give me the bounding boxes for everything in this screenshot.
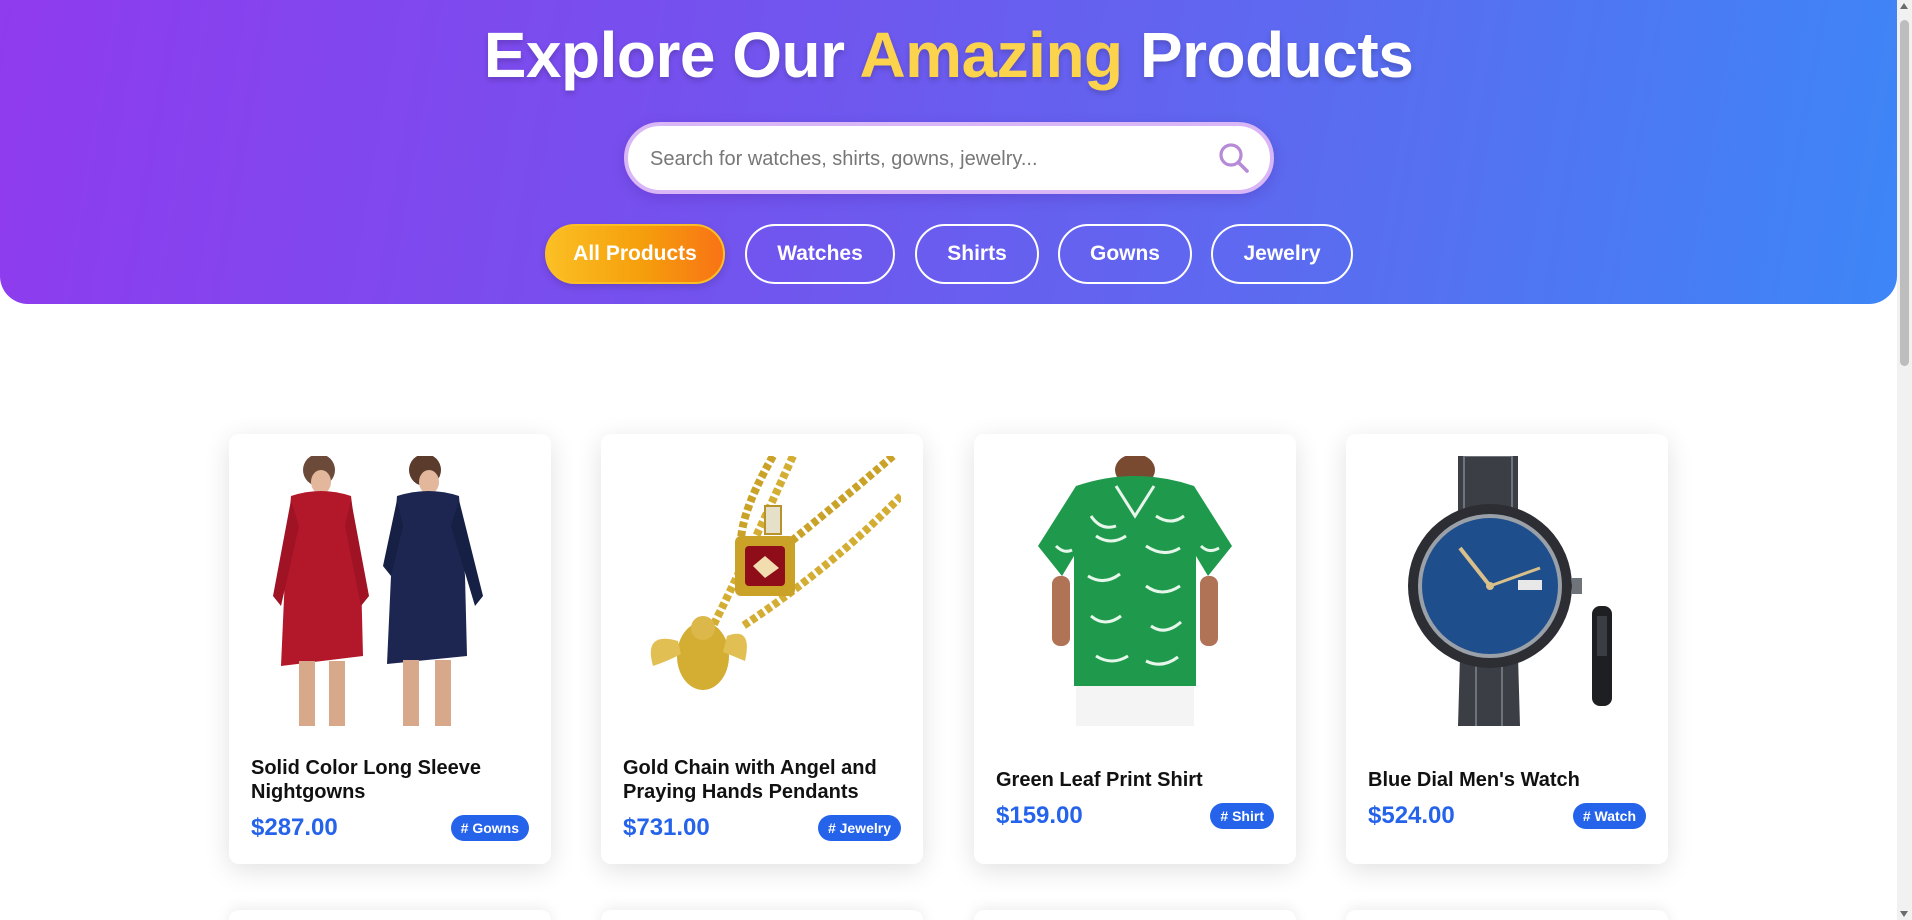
product-card[interactable]: Blue Dial Men's Watch $524.00 # Watch bbox=[1346, 434, 1668, 864]
page-title: Explore Our Amazing Products bbox=[0, 18, 1897, 92]
title-before: Explore Our bbox=[483, 19, 845, 91]
product-price: $731.00 bbox=[623, 814, 710, 841]
leaf-shirt-image bbox=[996, 456, 1274, 726]
product-price: $159.00 bbox=[996, 802, 1083, 829]
scroll-down-icon[interactable] bbox=[1900, 911, 1908, 917]
page: Explore Our Amazing Products All Product… bbox=[0, 0, 1897, 920]
filter-all-products[interactable]: All Products bbox=[545, 224, 725, 284]
watch-image bbox=[1368, 456, 1646, 726]
title-after: Products bbox=[1139, 19, 1414, 91]
product-name: Blue Dial Men's Watch bbox=[1368, 769, 1580, 791]
category-badge: # Gowns bbox=[450, 815, 529, 841]
category-filters: All Products Watches Shirts Gowns Jewelr… bbox=[0, 224, 1897, 284]
product-name: Green Leaf Print Shirt bbox=[996, 769, 1203, 791]
product-card-partial bbox=[229, 910, 551, 920]
product-price: $524.00 bbox=[1368, 802, 1455, 829]
category-badge: # Watch bbox=[1572, 803, 1646, 829]
filter-jewelry[interactable]: Jewelry bbox=[1211, 224, 1353, 284]
category-badge: # Jewelry bbox=[817, 815, 901, 841]
filter-watches[interactable]: Watches bbox=[745, 224, 895, 284]
search-bar bbox=[624, 122, 1274, 194]
category-badge: # Shirt bbox=[1210, 803, 1274, 829]
product-name: Solid Color Long Sleeve Nightgowns bbox=[251, 757, 482, 803]
product-price: $287.00 bbox=[251, 814, 338, 841]
product-name: Gold Chain with Angel and Praying Hands … bbox=[623, 757, 877, 803]
product-card-partial bbox=[601, 910, 923, 920]
vertical-scrollbar[interactable] bbox=[1897, 0, 1912, 920]
product-card[interactable]: Solid Color Long Sleeve Nightgowns $287.… bbox=[229, 434, 551, 864]
filter-shirts[interactable]: Shirts bbox=[915, 224, 1039, 284]
gold-chain-image bbox=[623, 456, 901, 726]
product-card-partial bbox=[974, 910, 1296, 920]
nightgowns-image bbox=[251, 456, 529, 726]
scroll-up-icon[interactable] bbox=[1900, 3, 1908, 9]
hero-header: Explore Our Amazing Products All Product… bbox=[0, 0, 1897, 304]
product-card[interactable]: Green Leaf Print Shirt $159.00 # Shirt bbox=[974, 434, 1296, 864]
title-highlight: Amazing bbox=[859, 19, 1123, 91]
scrollbar-thumb[interactable] bbox=[1900, 20, 1909, 366]
product-card-partial bbox=[1346, 910, 1668, 920]
search-icon[interactable] bbox=[1216, 140, 1252, 176]
search-input[interactable] bbox=[648, 126, 1212, 192]
product-card[interactable]: Gold Chain with Angel and Praying Hands … bbox=[601, 434, 923, 864]
filter-gowns[interactable]: Gowns bbox=[1058, 224, 1192, 284]
